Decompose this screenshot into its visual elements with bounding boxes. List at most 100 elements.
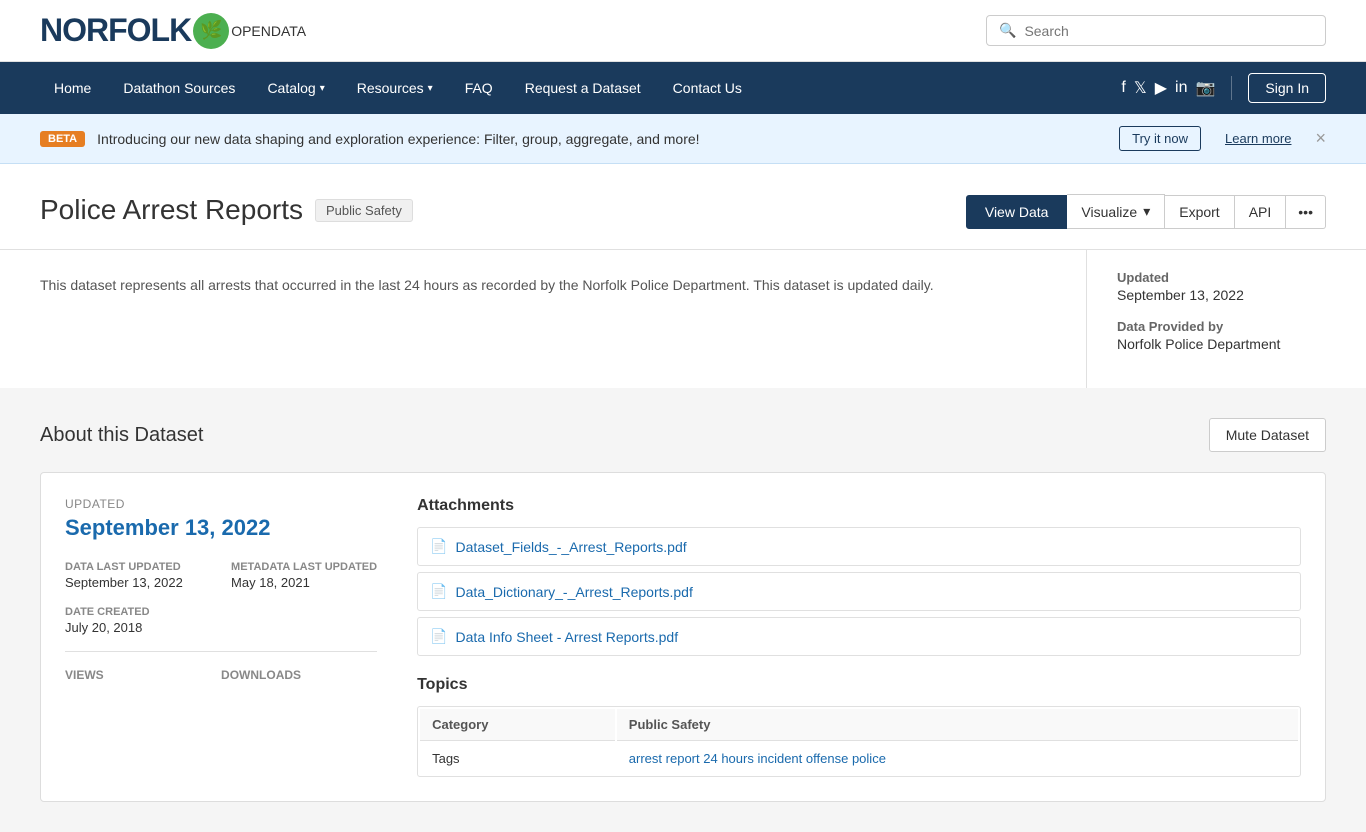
attachment-item-1[interactable]: 📄 Dataset_Fields_-_Arrest_Reports.pdf	[417, 527, 1301, 566]
nav-item-faq[interactable]: FAQ	[451, 72, 507, 104]
about-section: About this Dataset Mute Dataset Updated …	[0, 388, 1366, 832]
beta-badge: BETA	[40, 131, 85, 147]
about-updated-date: September 13, 2022	[65, 515, 377, 541]
banner-close-button[interactable]: ×	[1315, 128, 1326, 149]
attachment-item-2[interactable]: 📄 Data_Dictionary_-_Arrest_Reports.pdf	[417, 572, 1301, 611]
logo-leaf-icon	[193, 13, 229, 49]
dataset-description: This dataset represents all arrests that…	[0, 250, 1086, 388]
visualize-chevron-icon: ▾	[1143, 203, 1150, 220]
main-content: Police Arrest Reports Public Safety View…	[0, 164, 1366, 388]
about-header: About this Dataset Mute Dataset	[40, 418, 1326, 452]
about-card: Updated September 13, 2022 Data Last Upd…	[40, 472, 1326, 802]
logo-opendata-text: OPENDATA	[231, 23, 306, 39]
nav-divider	[1231, 76, 1232, 100]
resources-chevron-icon: ▾	[428, 83, 433, 94]
category-badge: Public Safety	[315, 199, 413, 222]
instagram-icon[interactable]: 📷	[1195, 78, 1215, 98]
dataset-description-text: This dataset represents all arrests that…	[40, 274, 1046, 296]
provider-label: Data Provided by	[1117, 319, 1336, 334]
topics-table: Category Public Safety Tags arrest repor…	[417, 706, 1301, 777]
about-meta-grid: Data Last Updated September 13, 2022 Met…	[65, 561, 377, 590]
downloads-section: Downloads	[221, 668, 377, 682]
attachment-name-2: Data_Dictionary_-_Arrest_Reports.pdf	[456, 584, 693, 600]
updated-value: September 13, 2022	[1117, 287, 1336, 303]
logo-norfolk-text: NORFOLK	[40, 12, 191, 49]
about-left-column: Updated September 13, 2022 Data Last Upd…	[65, 497, 377, 777]
about-right-column: Attachments 📄 Dataset_Fields_-_Arrest_Re…	[417, 497, 1301, 777]
tag-incident[interactable]: incident	[757, 751, 802, 766]
tag-24hours[interactable]: 24 hours	[703, 751, 754, 766]
tag-offense[interactable]: offense	[806, 751, 848, 766]
dataset-meta-sidebar: Updated September 13, 2022 Data Provided…	[1086, 250, 1366, 388]
nav-right: f 𝕏 ▶ in 📷 Sign In	[1121, 73, 1326, 103]
pdf-icon-2: 📄	[430, 583, 447, 600]
search-icon: 🔍	[999, 22, 1016, 39]
tag-arrest[interactable]: arrest	[629, 751, 662, 766]
updated-label: Updated	[1117, 270, 1336, 285]
date-created-label: Date Created	[65, 606, 377, 618]
nav-item-datathon[interactable]: Datathon Sources	[109, 72, 249, 104]
nav-item-home[interactable]: Home	[40, 72, 105, 104]
nav-item-resources[interactable]: Resources ▾	[343, 72, 447, 104]
twitter-icon[interactable]: 𝕏	[1134, 78, 1147, 98]
catalog-chevron-icon: ▾	[320, 83, 325, 94]
date-created-section: Date Created July 20, 2018	[65, 606, 377, 635]
attachment-item-3[interactable]: 📄 Data Info Sheet - Arrest Reports.pdf	[417, 617, 1301, 656]
site-logo[interactable]: NORFOLK OPENDATA	[40, 12, 306, 49]
downloads-label: Downloads	[221, 668, 377, 682]
export-button[interactable]: Export	[1165, 195, 1234, 229]
mute-dataset-button[interactable]: Mute Dataset	[1209, 418, 1326, 452]
try-it-now-button[interactable]: Try it now	[1119, 126, 1201, 151]
beta-banner: BETA Introducing our new data shaping an…	[0, 114, 1366, 164]
about-title: About this Dataset	[40, 424, 203, 447]
dataset-title: Police Arrest Reports	[40, 194, 303, 226]
facebook-icon[interactable]: f	[1121, 79, 1125, 97]
sign-in-button[interactable]: Sign In	[1248, 73, 1326, 103]
data-last-updated-label: Data Last Updated	[65, 561, 211, 573]
view-data-button[interactable]: View Data	[966, 195, 1068, 229]
views-label: Views	[65, 668, 221, 682]
banner-text: Introducing our new data shaping and exp…	[97, 131, 1107, 147]
about-updated-label: Updated	[65, 497, 377, 511]
topics-col2-header: Public Safety	[617, 709, 1298, 741]
nav-item-request-dataset[interactable]: Request a Dataset	[511, 72, 655, 104]
api-button[interactable]: API	[1235, 195, 1287, 229]
nav-item-contact-us[interactable]: Contact Us	[659, 72, 756, 104]
topics-col1-header: Category	[420, 709, 615, 741]
social-icons: f 𝕏 ▶ in 📷	[1121, 78, 1215, 98]
more-options-button[interactable]: •••	[1286, 195, 1326, 229]
nav-left: Home Datathon Sources Catalog ▾ Resource…	[40, 72, 756, 104]
topics-title: Topics	[417, 676, 1301, 694]
dataset-info: This dataset represents all arrests that…	[0, 250, 1366, 388]
topics-tags-row: Tags arrest report 24 hours incident off…	[420, 743, 1298, 774]
metadata-last-updated-label: Metadata Last Updated	[231, 561, 377, 573]
attachment-name-1: Dataset_Fields_-_Arrest_Reports.pdf	[456, 539, 687, 555]
views-section: Views	[65, 668, 221, 682]
divider	[65, 651, 377, 652]
action-buttons: View Data Visualize ▾ Export API •••	[966, 194, 1326, 229]
search-input[interactable]	[1024, 23, 1313, 39]
provider-value: Norfolk Police Department	[1117, 336, 1336, 352]
data-last-updated-value: September 13, 2022	[65, 575, 211, 590]
metadata-last-updated-value: May 18, 2021	[231, 575, 377, 590]
visualize-button[interactable]: Visualize ▾	[1067, 194, 1165, 229]
dataset-title-area: Police Arrest Reports Public Safety	[40, 194, 413, 226]
date-created-value: July 20, 2018	[65, 620, 377, 635]
pdf-icon-1: 📄	[430, 538, 447, 555]
search-box: 🔍	[986, 15, 1326, 46]
linkedin-icon[interactable]: in	[1175, 79, 1187, 97]
metadata-last-updated-section: Metadata Last Updated May 18, 2021	[231, 561, 377, 590]
nav-item-catalog[interactable]: Catalog ▾	[253, 72, 338, 104]
dataset-header: Police Arrest Reports Public Safety View…	[0, 164, 1366, 250]
data-last-updated-section: Data Last Updated September 13, 2022	[65, 561, 211, 590]
tag-police[interactable]: police	[852, 751, 886, 766]
topics-tags-label: Tags	[420, 743, 615, 774]
attachments-title: Attachments	[417, 497, 1301, 515]
site-header: NORFOLK OPENDATA 🔍	[0, 0, 1366, 62]
youtube-icon[interactable]: ▶	[1155, 78, 1167, 98]
learn-more-link[interactable]: Learn more	[1213, 127, 1303, 150]
views-downloads: Views Downloads	[65, 668, 377, 682]
attachment-name-3: Data Info Sheet - Arrest Reports.pdf	[456, 629, 679, 645]
tag-report[interactable]: report	[666, 751, 700, 766]
pdf-icon-3: 📄	[430, 628, 447, 645]
